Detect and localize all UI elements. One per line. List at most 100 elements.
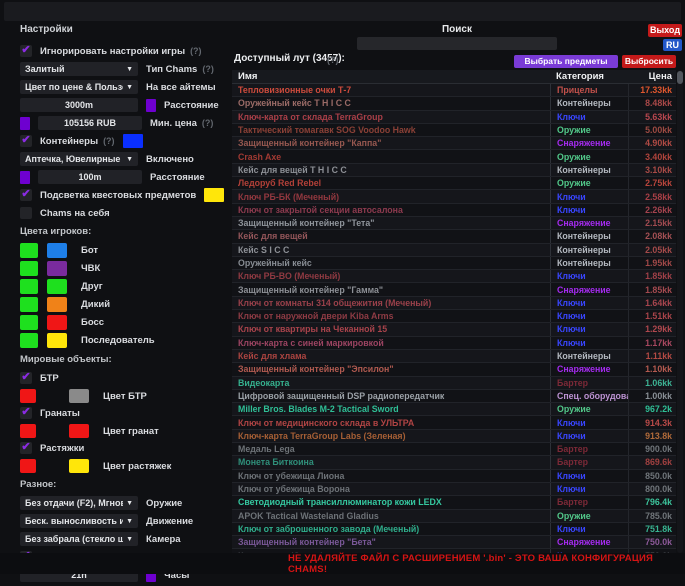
world-visible-color-swatch[interactable] <box>20 459 36 473</box>
self-chams-checkbox[interactable] <box>20 207 32 219</box>
table-row[interactable]: APOK Tactical Wasteland GladiusОружие785… <box>232 510 676 523</box>
player-visible-color-swatch[interactable] <box>20 243 38 258</box>
color-mode-value: Цвет по цене & Пользователь <box>25 82 123 92</box>
chevron-down-icon: ▼ <box>126 156 133 163</box>
column-header-price[interactable]: Цена <box>628 71 676 82</box>
help-icon[interactable]: (?) <box>202 64 214 74</box>
item-price: 2.58kk <box>628 190 676 202</box>
table-row[interactable]: Ключ от медицинского склада в УЛЬТРАКлюч… <box>232 416 676 429</box>
table-row[interactable]: Ключ-карта TerraGroup Labs (Зеленая)Ключ… <box>232 430 676 443</box>
containers-checkbox[interactable]: ✔ <box>20 135 32 147</box>
world-type-color-swatch[interactable] <box>69 389 89 403</box>
table-row[interactable]: Монета БиткоинаБартер869.6k <box>232 456 676 469</box>
table-row[interactable]: Оружейный кейсКонтейнеры1.95kk <box>232 257 676 270</box>
search-input[interactable] <box>357 37 557 50</box>
quest-color-swatch[interactable] <box>204 188 224 202</box>
item-name: Crash Axe <box>232 152 550 162</box>
table-row[interactable]: Защищенный контейнер "Эпсилон"Снаряжение… <box>232 363 676 376</box>
table-row[interactable]: Ключ от квартиры на Чеканной 15Ключи1.29… <box>232 323 676 336</box>
misc-dropdown[interactable]: Без отдачи (F2), Мгновенное п▼ <box>20 496 138 510</box>
world-object-checkbox[interactable]: ✔ <box>20 372 32 384</box>
containers-distance-input[interactable] <box>38 170 142 184</box>
world-visible-color-swatch[interactable] <box>20 424 36 438</box>
player-visible-color-swatch[interactable] <box>20 279 38 294</box>
table-row[interactable]: Медаль LegaБартер900.0k <box>232 443 676 456</box>
table-row[interactable]: Цифровой защищенный DSP радиопередатчикС… <box>232 390 676 403</box>
table-row[interactable]: Тактический томагавк SOG Voodoo HawkОруж… <box>232 124 676 137</box>
scrollbar-thumb[interactable] <box>677 71 683 84</box>
table-row[interactable]: Miller Bros. Blades M-2 Tactical SwordОр… <box>232 403 676 416</box>
check-icon: ✔ <box>21 189 30 200</box>
help-icon[interactable]: (?) <box>327 55 339 65</box>
player-type-color-swatch[interactable] <box>47 279 67 294</box>
misc-dropdown-label: Движение <box>146 516 193 527</box>
table-row[interactable]: Кейс для вещейКонтейнеры2.08kk <box>232 230 676 243</box>
item-name: Защищенный контейнер "Эпсилон" <box>232 364 550 374</box>
table-row[interactable]: Защищенный контейнер "Бета"Снаряжение750… <box>232 536 676 549</box>
world-color-label: Цвет гранат <box>103 426 159 437</box>
player-type-color-swatch[interactable] <box>47 243 67 258</box>
player-color-row: Босс <box>20 315 226 330</box>
distance-color-swatch[interactable] <box>146 99 156 112</box>
player-visible-color-swatch[interactable] <box>20 315 38 330</box>
ignore-game-checkbox[interactable]: ✔ <box>20 45 32 57</box>
table-row[interactable]: Кейс S I C CКонтейнеры2.05kk <box>232 244 676 257</box>
table-row[interactable]: Ключ от убежища ЛионаКлючи850.0k <box>232 470 676 483</box>
exit-button[interactable]: Выход <box>648 24 682 37</box>
misc-dropdown-label: Оружие <box>146 498 182 509</box>
table-row[interactable]: Ключ от убежища ВоронаКлючи800.0k <box>232 483 676 496</box>
player-type-color-swatch[interactable] <box>47 261 67 276</box>
chams-type-dropdown[interactable]: Залитый ▼ <box>20 62 138 76</box>
distance-input[interactable] <box>20 98 138 112</box>
table-row[interactable]: Ключ РБ-БК (Меченый)Ключи2.58kk <box>232 190 676 203</box>
table-row[interactable]: Защищенный контейнер "Тета"Снаряжение2.1… <box>232 217 676 230</box>
language-button[interactable]: RU <box>663 39 682 51</box>
table-row[interactable]: Защищенный контейнер "Гамма"Снаряжение1.… <box>232 283 676 296</box>
table-row[interactable]: Ключ РБ-ВО (Меченый)Ключи1.85kk <box>232 270 676 283</box>
misc-dropdown[interactable]: Без забрала (стекло шлема)▼ <box>20 532 138 546</box>
table-row[interactable]: Ключ-карта с синей маркировкойКлючи1.17k… <box>232 337 676 350</box>
table-scrollbar[interactable] <box>677 70 683 553</box>
column-header-name[interactable]: Имя <box>232 71 550 82</box>
player-type-color-swatch[interactable] <box>47 333 67 348</box>
table-row[interactable]: Кейс для вещей T H I C CКонтейнеры3.10kk <box>232 164 676 177</box>
containers-color-swatch[interactable] <box>123 134 143 148</box>
player-type-color-swatch[interactable] <box>47 315 67 330</box>
column-header-category[interactable]: Категория <box>550 71 628 82</box>
world-object-checkbox[interactable]: ✔ <box>20 442 32 454</box>
table-row[interactable]: ВидеокартаБартер1.06kk <box>232 377 676 390</box>
min-price-input[interactable] <box>38 116 142 130</box>
table-row[interactable]: Защищенный контейнер "Каппа"Снаряжение4.… <box>232 137 676 150</box>
table-row[interactable]: Ключ-карта от склада TerraGroupКлючи5.63… <box>232 111 676 124</box>
select-kappa-items-button[interactable]: Выбрать предметы каппа <box>514 55 618 68</box>
table-row[interactable]: Кейс для хламаКонтейнеры1.11kk <box>232 350 676 363</box>
help-icon[interactable]: (?) <box>190 46 202 56</box>
quest-highlight-checkbox[interactable]: ✔ <box>20 189 32 201</box>
misc-dropdown[interactable]: Беск. выносливость и нет уста▼ <box>20 514 138 528</box>
containers-distance-color-swatch[interactable] <box>20 171 30 184</box>
help-icon[interactable]: (?) <box>202 118 214 128</box>
quest-highlight-label: Подсветка квестовых предметов <box>40 190 196 201</box>
drop-all-button[interactable]: Выбросить все <box>622 55 676 68</box>
world-type-color-swatch[interactable] <box>69 424 89 438</box>
table-row[interactable]: Ключ от закрытой секции автосалонаКлючи2… <box>232 204 676 217</box>
player-type-color-swatch[interactable] <box>47 297 67 312</box>
containers-filter-dropdown[interactable]: Аптечка, Ювелирные и... ▼ <box>20 152 138 166</box>
world-type-color-swatch[interactable] <box>69 459 89 473</box>
player-visible-color-swatch[interactable] <box>20 333 38 348</box>
table-row[interactable]: Ледоруб Red RebelОружие2.75kk <box>232 177 676 190</box>
help-icon[interactable]: (?) <box>103 136 115 146</box>
player-visible-color-swatch[interactable] <box>20 261 38 276</box>
min-price-color-swatch[interactable] <box>20 117 30 130</box>
table-row[interactable]: Ключ от заброшенного завода (Меченый)Клю… <box>232 523 676 536</box>
table-row[interactable]: Светодиодный трансиллюминатор кожи LEDXБ… <box>232 496 676 509</box>
player-visible-color-swatch[interactable] <box>20 297 38 312</box>
world-visible-color-swatch[interactable] <box>20 389 36 403</box>
table-row[interactable]: Оружейный кейс T H I C CКонтейнеры8.48kk <box>232 97 676 110</box>
table-row[interactable]: Crash AxeОружие3.40kk <box>232 150 676 163</box>
table-row[interactable]: Ключ от комнаты 314 общежития (Меченый)К… <box>232 297 676 310</box>
table-row[interactable]: Тепловизионные очки Т-7Прицелы17.33kk <box>232 84 676 97</box>
table-row[interactable]: Ключ от наружной двери Kiba ArmsКлючи1.5… <box>232 310 676 323</box>
color-mode-dropdown[interactable]: Цвет по цене & Пользователь ▼ <box>20 80 138 94</box>
world-object-checkbox[interactable]: ✔ <box>20 407 32 419</box>
